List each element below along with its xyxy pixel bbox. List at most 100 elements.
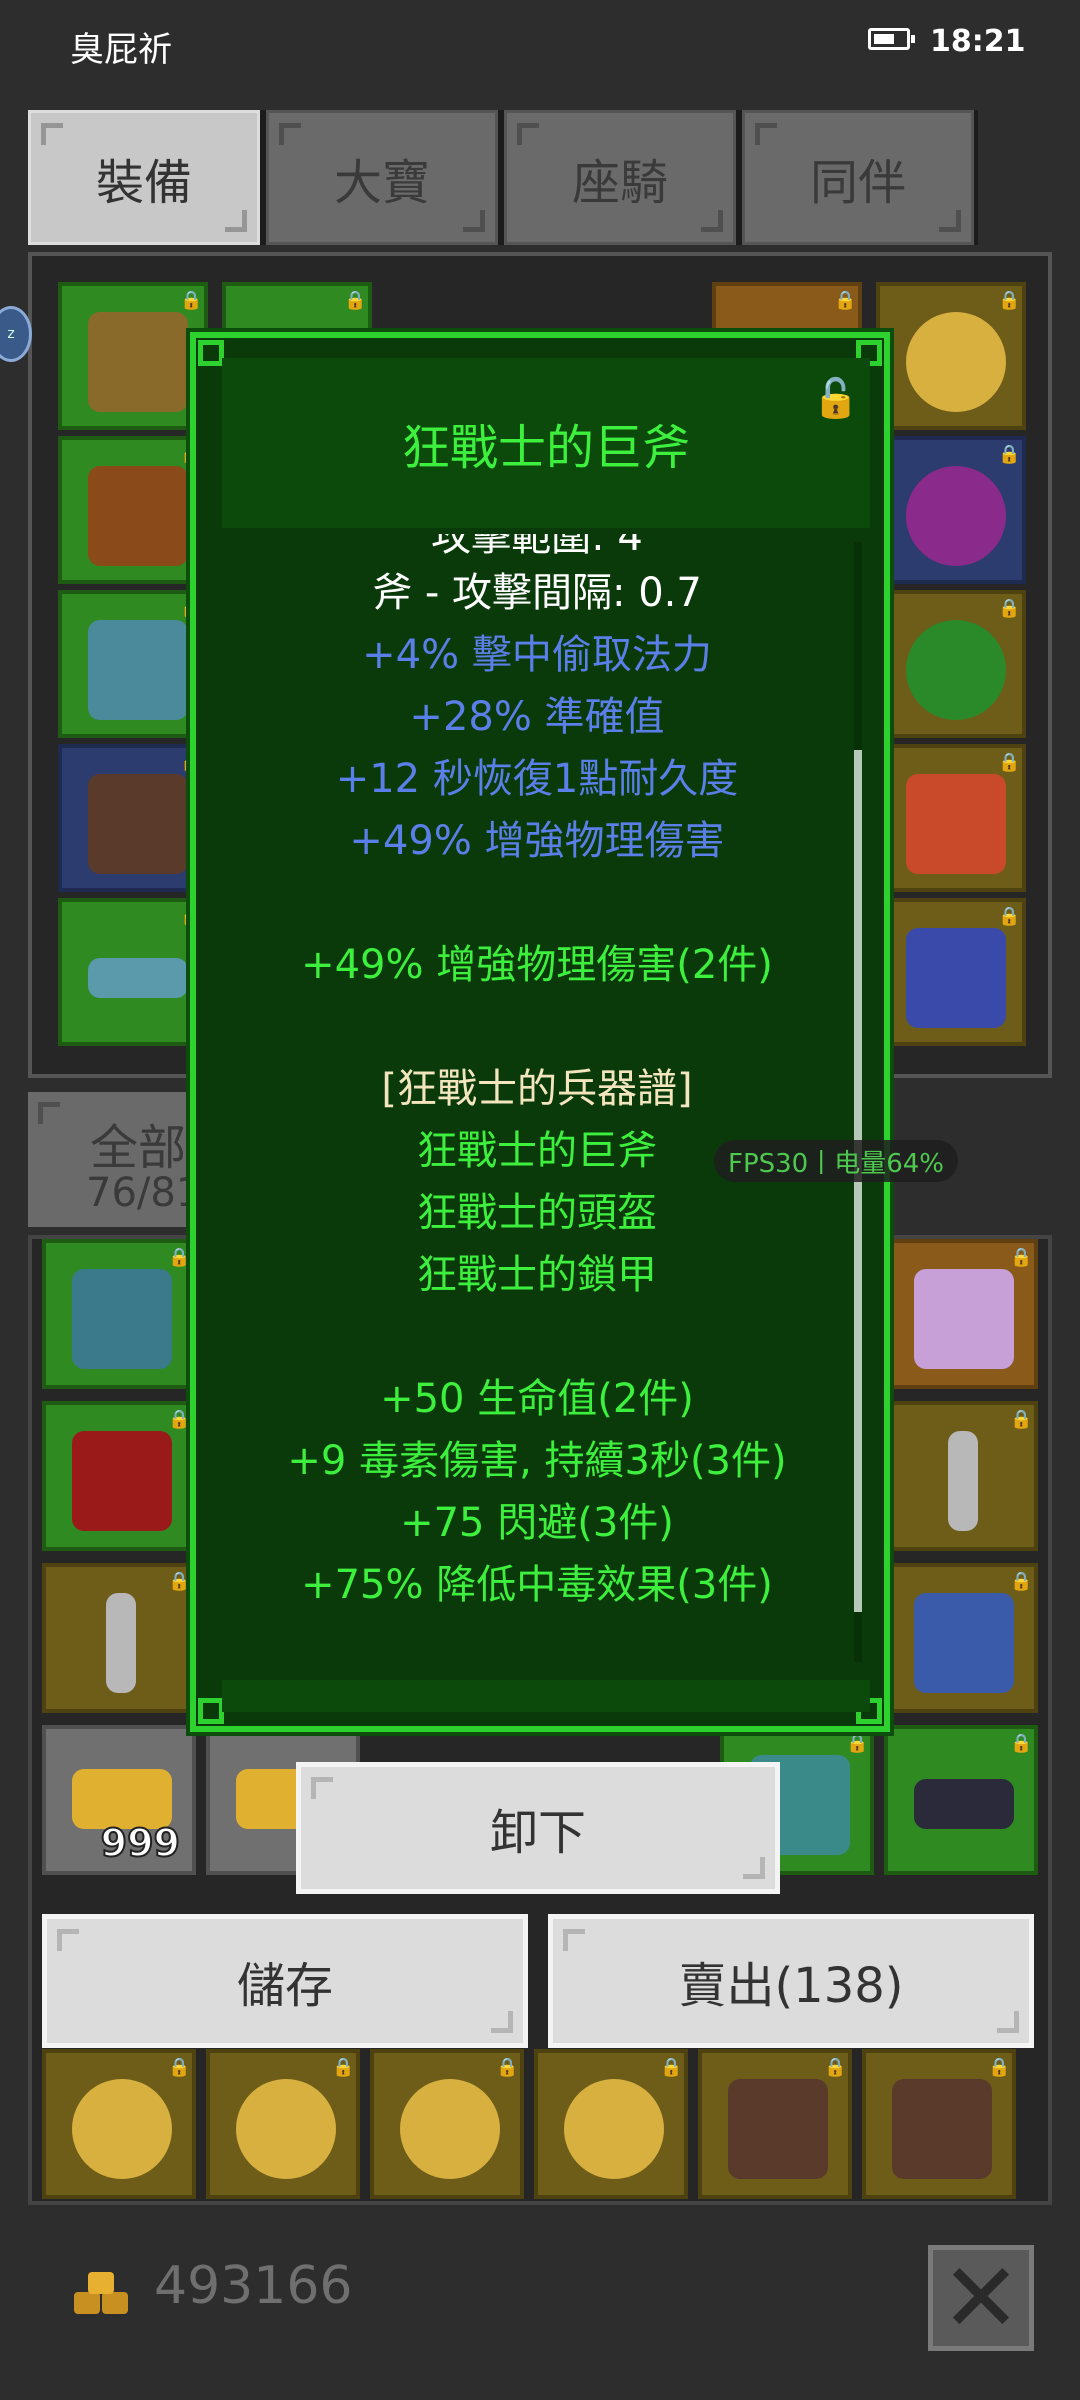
store-button[interactable]: 儲存 (42, 1914, 528, 2048)
item-detail-dialog: 狂戰士的巨斧 🔓 攻擊範圍: 4 斧 - 攻擊間隔: 0.7 +4% 擊中偷取法… (190, 332, 890, 1732)
inventory-slot[interactable]: 🔒 (42, 1563, 196, 1713)
stat-line: +4% 擊中偷取法力 (362, 632, 712, 678)
inventory-slot[interactable]: 🔒 (884, 1563, 1038, 1713)
inventory-slot[interactable]: 🔒 (862, 2049, 1016, 2199)
lock-icon: 🔒 (1010, 1571, 1033, 1592)
sword-icon (72, 1431, 172, 1531)
close-button[interactable]: ✕ (928, 2245, 1034, 2351)
boots-icon (892, 2079, 992, 2179)
armor-icon (88, 466, 188, 566)
lock-icon: 🔒 (824, 2057, 847, 2078)
status-bar: 臭屁祈 18:21 (0, 0, 1080, 90)
amulet-icon (72, 2079, 172, 2179)
equip-slot-belt[interactable]: 🔒 (58, 898, 208, 1046)
lock-icon: 🔒 (998, 444, 1021, 465)
amulet-icon (564, 2079, 664, 2179)
lock-icon: 🔒 (998, 290, 1021, 311)
ring-icon (906, 466, 1006, 566)
item-quantity: 999 (100, 1820, 181, 1866)
unicorn-icon (914, 1269, 1014, 1369)
equip-slot-book[interactable]: 🔒 (876, 744, 1026, 892)
ring-icon (906, 620, 1006, 720)
chainmail-icon (72, 1269, 172, 1369)
game-screen: { "status_bar": {"carrier": "臭屁祈", "time… (0, 0, 1080, 2400)
inventory-slot[interactable]: 🔒 (534, 2049, 688, 2199)
belt-icon (88, 958, 188, 998)
equip-slot-armor[interactable]: 🔒 (58, 436, 208, 584)
inventory-slot[interactable]: 🔒 (206, 2049, 360, 2199)
set-bonus-line: +50 生命值(2件) (380, 1376, 694, 1422)
inventory-slot[interactable]: 🔒 (42, 2049, 196, 2199)
inventory-slot[interactable]: 🔒 (370, 2049, 524, 2199)
gold-ore-icon (72, 1769, 172, 1829)
lock-icon: 🔒 (998, 906, 1021, 927)
tab-mount[interactable]: 座騎 (504, 110, 736, 245)
amulet-icon (400, 2079, 500, 2179)
tab-companion-label: 同伴 (809, 154, 906, 211)
set-bonus-line: +75 閃避(3件) (400, 1500, 674, 1546)
equip-slot-amulet[interactable]: 🔒 (876, 282, 1026, 430)
set-name: [狂戰士的兵器譜] (381, 1066, 693, 1112)
stat-line: 斧 - 攻擊間隔: 0.7 (372, 570, 702, 616)
close-icon: ✕ (940, 2242, 1022, 2354)
lock-icon: 🔒 (496, 2057, 519, 2078)
lock-icon: 🔒 (998, 598, 1021, 619)
tab-treasure-label: 大寶 (333, 154, 430, 211)
unequip-label: 卸下 (489, 1805, 586, 1861)
battery-icon (868, 28, 915, 50)
equip-slot-scroll[interactable]: 🔒 (876, 898, 1026, 1046)
stat-line: +28% 準確值 (409, 694, 665, 740)
stat-line: +49% 增強物理傷害 (349, 818, 725, 864)
unequip-button[interactable]: 卸下 (296, 1762, 780, 1894)
stat-line: +12 秒恢復1點耐久度 (335, 756, 739, 802)
inventory-slot[interactable]: 🔒 (884, 1725, 1038, 1875)
lock-icon: 🔒 (168, 1247, 191, 1268)
set-item: 狂戰士的頭盔 (417, 1190, 657, 1236)
equip-slot-helmet[interactable]: 🔒 (58, 282, 208, 430)
store-label: 儲存 (236, 1958, 333, 2014)
equip-slot-ring-1[interactable]: 🔒 (876, 436, 1026, 584)
dagger-icon (106, 1593, 136, 1693)
set-bonus-line: +49% 增強物理傷害(2件) (301, 942, 773, 988)
tab-bar: 裝備 大寶 座騎 同伴 (28, 110, 978, 245)
lock-icon: 🔒 (1010, 1247, 1033, 1268)
item-stats[interactable]: 攻擊範圍: 4 斧 - 攻擊間隔: 0.7 +4% 擊中偷取法力 +28% 準確… (222, 534, 870, 1654)
inventory-slot[interactable]: 🔒 (42, 1239, 196, 1389)
inventory-slot[interactable]: 🔒 (884, 1401, 1038, 1551)
inventory-slot[interactable]: 🔒 (884, 1239, 1038, 1389)
book-icon (906, 774, 1006, 874)
tab-companion[interactable]: 同伴 (742, 110, 974, 245)
dagger-icon (948, 1431, 978, 1531)
sell-button[interactable]: 賣出(138) (548, 1914, 1034, 2048)
spider-icon (914, 1779, 1014, 1829)
lock-icon: 🔒 (660, 2057, 683, 2078)
tab-mount-label: 座騎 (571, 154, 668, 211)
lock-icon: 🔒 (846, 1733, 869, 1754)
lock-icon[interactable]: 🔓 (812, 376, 859, 420)
gold-amount: 493166 (154, 2256, 353, 2316)
dialog-footer (222, 1680, 870, 1712)
status-time: 18:21 (930, 24, 1026, 59)
inventory-filter-tab[interactable]: 全部 76/81 (28, 1092, 208, 1227)
tab-equipment[interactable]: 裝備 (28, 110, 260, 245)
lock-icon: 🔒 (834, 290, 857, 311)
tab-equipment-label: 裝備 (95, 154, 192, 211)
equip-slot-gloves[interactable]: 🔒 (58, 590, 208, 738)
amulet-icon (906, 312, 1006, 412)
equip-slot-boots[interactable]: 🔒 (58, 744, 208, 892)
boots-icon (728, 2079, 828, 2179)
lock-icon: 🔒 (998, 752, 1021, 773)
lock-icon: 🔒 (168, 1571, 191, 1592)
inventory-slot[interactable]: 999 (42, 1725, 196, 1875)
bird-icon (914, 1593, 1014, 1693)
inventory-slot[interactable]: 🔒 (42, 1401, 196, 1551)
equip-slot-ring-2[interactable]: 🔒 (876, 590, 1026, 738)
sell-label: 賣出(138) (678, 1958, 904, 2014)
tab-treasure[interactable]: 大寶 (266, 110, 498, 245)
inventory-slot[interactable]: 🔒 (698, 2049, 852, 2199)
lock-icon: 🔒 (344, 290, 367, 311)
lock-icon: 🔒 (180, 290, 203, 311)
lock-icon: 🔒 (988, 2057, 1011, 2078)
status-carrier: 臭屁祈 (70, 30, 172, 70)
gold-coins-icon (74, 2272, 128, 2314)
